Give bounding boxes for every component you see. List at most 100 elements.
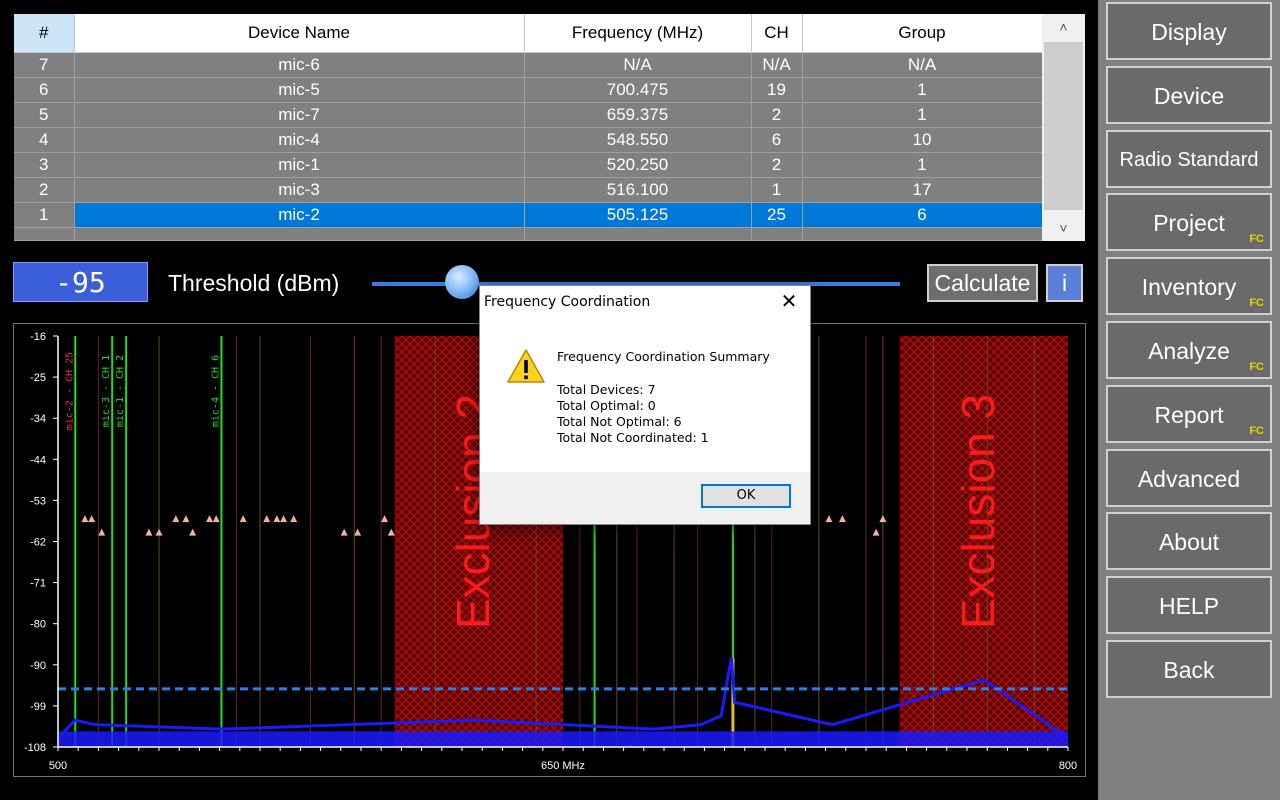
nav-about-button[interactable]: About (1106, 512, 1272, 571)
nav-button-label: Inventory (1141, 274, 1237, 301)
fc-badge: FC (1249, 424, 1264, 437)
nav-button-label: Analyze (1148, 338, 1230, 364)
intermod-marker (145, 528, 153, 536)
empty-cell (524, 227, 752, 241)
nav-device-button[interactable]: Device (1106, 65, 1272, 124)
empty-cell (751, 227, 803, 241)
cell-frequency: 548.550 (524, 127, 752, 153)
column-header-frequency[interactable]: Frequency (MHz) (524, 14, 752, 53)
nav-advanced-button[interactable]: Advanced (1106, 448, 1272, 507)
threshold-slider-thumb[interactable] (444, 265, 479, 299)
intermod-marker (290, 515, 298, 523)
frequency-coordination-dialog: Frequency Coordination ✕ Frequency Coord… (479, 285, 811, 525)
cell-device-name: mic-2 (74, 202, 525, 228)
intermod-marker (825, 515, 833, 523)
intermod-marker (212, 515, 220, 523)
nav-button-label: Back (1163, 657, 1215, 683)
cell-channel: N/A (751, 52, 803, 78)
nav-display-button[interactable]: Display (1106, 2, 1272, 60)
y-tick-label: -71 (30, 578, 46, 590)
nav-button-label: Project (1153, 210, 1225, 237)
device-table-panel: # Device Name Frequency (MHz) CH Group 7… (14, 14, 1085, 241)
nav-project-button[interactable]: Project FC (1106, 193, 1272, 252)
intermod-marker (263, 515, 271, 523)
intermod-marker (381, 515, 389, 523)
nav-inventory-button[interactable]: Inventory FC (1106, 257, 1272, 316)
x-tick-label: 500 (49, 760, 67, 772)
table-row[interactable]: 5 mic-7 659.375 2 1 (14, 102, 1043, 128)
cell-index: 5 (14, 102, 75, 128)
cell-index: 2 (14, 177, 75, 203)
column-header-device-name[interactable]: Device Name (74, 14, 525, 53)
cell-frequency: 516.100 (524, 177, 752, 203)
empty-cell (74, 227, 525, 241)
chevron-down-icon[interactable]: ˅ (1042, 215, 1085, 241)
fc-badge: FC (1249, 233, 1264, 246)
dialog-total-devices: Total Devices: 7 (557, 382, 656, 397)
y-tick-label: -16 (30, 331, 46, 343)
nav-analyze-button[interactable]: Analyze FC (1106, 321, 1272, 379)
device-line-label: mic-4 - CH 6 (210, 355, 221, 427)
intermod-marker (189, 528, 197, 536)
close-icon[interactable]: ✕ (776, 289, 802, 315)
cell-device-name: mic-5 (74, 77, 525, 103)
cell-channel: 19 (751, 77, 803, 103)
scrollbar-thumb[interactable] (1044, 42, 1083, 210)
intermod-marker (98, 528, 106, 536)
fc-badge: FC (1249, 361, 1264, 373)
table-row[interactable]: 3 mic-1 520.250 2 1 (14, 152, 1043, 178)
cell-group: 1 (802, 152, 1043, 178)
info-button[interactable]: i (1046, 264, 1083, 302)
cell-frequency: 659.375 (524, 102, 752, 128)
intermod-marker (387, 528, 395, 536)
cell-index: 7 (14, 52, 75, 78)
dialog-title: Frequency Coordination (484, 294, 651, 310)
nav-report-button[interactable]: Report FC (1106, 384, 1272, 443)
y-tick-label: -53 (30, 495, 46, 507)
nav-button-label: Display (1151, 19, 1227, 45)
chevron-up-icon[interactable]: ˄ (1042, 14, 1085, 40)
nav-radio-standard-button[interactable]: Radio Standard (1106, 129, 1272, 188)
cell-device-name: mic-7 (74, 102, 525, 128)
intermod-marker (81, 515, 89, 523)
y-tick-label: -90 (30, 660, 46, 672)
intermod-marker (155, 528, 163, 536)
table-row[interactable]: 6 mic-5 700.475 19 1 (14, 77, 1043, 103)
cell-device-name: mic-6 (74, 52, 525, 78)
cell-device-name: mic-3 (74, 177, 525, 203)
dialog-total-not-coordinated: Total Not Coordinated: 1 (557, 430, 709, 445)
table-row[interactable]: 1 mic-2 505.125 25 6 (14, 202, 1043, 228)
dialog-footer: OK (480, 472, 810, 524)
cell-channel: 2 (751, 152, 803, 178)
table-body: 7 mic-6 N/A N/A N/A 6 mic-5 700.475 19 1 5 mic-7 659… (14, 52, 1043, 241)
fc-badge: FC (1249, 297, 1264, 310)
y-tick-label: -108 (24, 742, 46, 754)
cell-group: 17 (802, 177, 1043, 203)
column-header-index[interactable]: # (14, 14, 75, 53)
cell-group: 1 (802, 102, 1043, 128)
table-header-row: # Device Name Frequency (MHz) CH Group (14, 14, 1043, 53)
table-row[interactable]: 7 mic-6 N/A N/A N/A (14, 52, 1043, 78)
cell-device-name: mic-4 (74, 127, 525, 153)
device-line-label: mic-3 - CH 1 (101, 355, 112, 427)
table-row-empty (14, 227, 1043, 241)
column-header-channel[interactable]: CH (751, 14, 803, 53)
column-header-group[interactable]: Group (802, 14, 1043, 53)
device-line-label: mic-1 - CH 2 (115, 355, 126, 427)
threshold-value-display[interactable]: -95 (13, 262, 148, 302)
cell-frequency: 700.475 (524, 77, 752, 103)
empty-cell (802, 227, 1043, 241)
table-row[interactable]: 4 mic-4 548.550 6 10 (14, 127, 1043, 153)
ok-button[interactable]: OK (701, 484, 791, 508)
exclusion-zone-label: Exclusion 3 (952, 394, 1004, 629)
cell-index: 1 (14, 202, 75, 228)
cell-frequency: N/A (524, 52, 752, 78)
nav-button-label: Advanced (1137, 465, 1241, 492)
table-scrollbar[interactable]: ˄ ˅ (1042, 14, 1085, 241)
intermod-marker (172, 515, 180, 523)
nav-back-button[interactable]: Back (1106, 640, 1272, 698)
table-row[interactable]: 2 mic-3 516.100 1 17 (14, 177, 1043, 203)
cell-channel: 1 (751, 177, 803, 203)
calculate-button[interactable]: Calculate (927, 264, 1038, 302)
nav-help-button[interactable]: HELP (1106, 576, 1272, 635)
